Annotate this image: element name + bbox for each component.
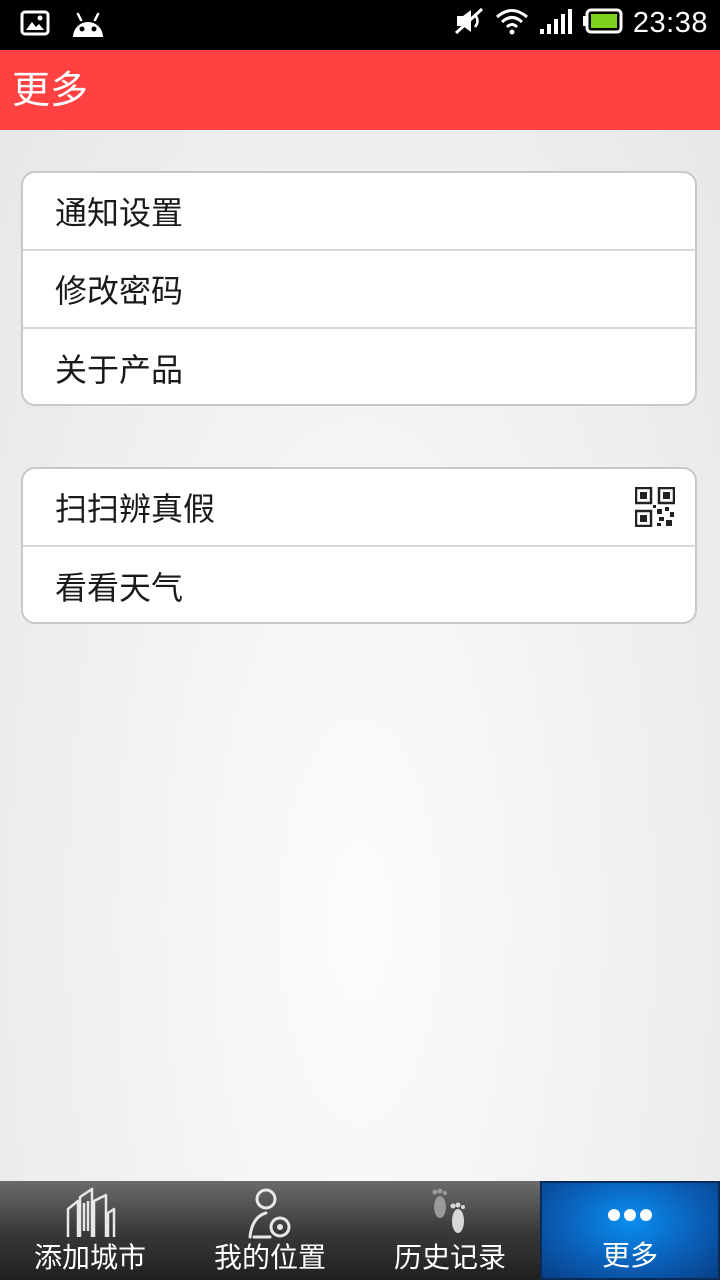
status-time: 23:38 xyxy=(632,6,708,39)
tools-group: 扫扫辨真假 看看天气 xyxy=(21,467,697,624)
settings-group: 通知设置 修改密码 关于产品 xyxy=(21,171,697,406)
battery-icon xyxy=(582,8,623,38)
tab-more[interactable]: 更多 xyxy=(540,1181,720,1280)
about-product-item[interactable]: 关于产品 xyxy=(23,329,695,404)
tab-label: 添加城市 xyxy=(33,1241,146,1274)
qr-code-icon xyxy=(634,486,676,528)
scan-authenticity-item[interactable]: 扫扫辨真假 xyxy=(23,469,695,547)
app-bar: 更多 xyxy=(0,50,720,130)
footprints-icon xyxy=(422,1187,478,1241)
list-item-label: 扫扫辨真假 xyxy=(55,490,216,528)
list-item-label: 看看天气 xyxy=(55,569,184,607)
wifi-icon xyxy=(495,7,529,39)
notification-settings-item[interactable]: 通知设置 xyxy=(23,173,695,251)
android-icon xyxy=(70,10,106,42)
tab-history[interactable]: 历史记录 xyxy=(360,1181,540,1280)
list-item-label: 通知设置 xyxy=(55,194,184,232)
signal-icon xyxy=(539,7,573,39)
tab-label: 历史记录 xyxy=(393,1241,506,1274)
weather-item[interactable]: 看看天气 xyxy=(23,547,695,622)
tab-label: 我的位置 xyxy=(213,1241,326,1274)
tab-add-city[interactable]: 添加城市 xyxy=(0,1181,180,1280)
city-icon xyxy=(62,1187,118,1241)
list-item-label: 关于产品 xyxy=(55,351,184,389)
tab-label: 更多 xyxy=(601,1239,658,1272)
image-icon xyxy=(20,10,50,42)
page-title: 更多 xyxy=(12,68,89,112)
bottom-tab-bar: 添加城市 我的位置 历史记录 更多 xyxy=(0,1181,720,1280)
list-item-label: 修改密码 xyxy=(55,272,184,310)
tab-my-location[interactable]: 我的位置 xyxy=(180,1181,360,1280)
change-password-item[interactable]: 修改密码 xyxy=(23,251,695,329)
location-person-icon xyxy=(242,1187,298,1241)
mute-icon xyxy=(453,6,485,40)
status-bar: 23:38 xyxy=(0,0,720,50)
